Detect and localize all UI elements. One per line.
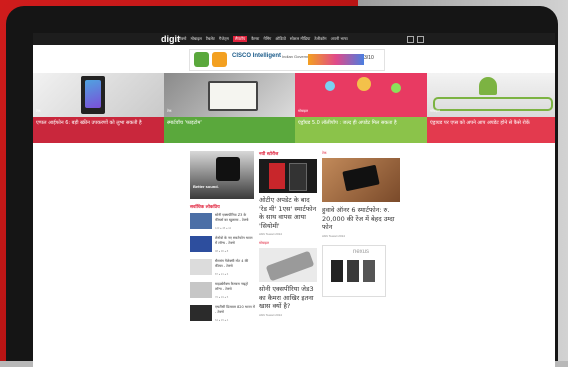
banner-category: टेक xyxy=(167,109,172,113)
search-icon[interactable] xyxy=(407,36,414,43)
nav-item[interactable]: टैबलेट xyxy=(206,36,215,42)
android-text-graphic xyxy=(433,97,553,111)
banner-image xyxy=(33,73,164,117)
nav-item[interactable]: कैमरा xyxy=(251,36,259,42)
banner-title[interactable]: स्मार्टवॉच 'फाइटोम' xyxy=(167,120,293,127)
thumbnail xyxy=(190,259,212,275)
device-image xyxy=(208,81,258,111)
list-item[interactable]: माइक्रोमैक्स कैनवस नाइट्रो लॉन्च - टेक्न… xyxy=(190,282,254,302)
banner-image xyxy=(427,73,555,117)
banner-title[interactable]: एंड्रॉयड 5.0 लॉलीपॉप : जल्द ही अपडेट मिल… xyxy=(298,120,425,127)
ad-title: CISCO Intelligent xyxy=(232,53,282,59)
phone-image xyxy=(342,164,380,192)
banner-image xyxy=(295,73,427,117)
nav-item[interactable]: टेलीकॉम xyxy=(314,36,326,42)
list-item[interactable]: एचटीसी डिजायर 820 भारत में - टेक्नो 64 ●… xyxy=(190,305,255,325)
story-meta: Abhi Tewari 2014 xyxy=(259,232,282,236)
nav-item-active[interactable]: लैपटॉप xyxy=(232,36,248,42)
ad-graphic xyxy=(308,54,364,65)
list-item[interactable]: लेनोवो के नए स्मार्टफोन भारत में लॉन्च -… xyxy=(190,236,254,256)
banner-title[interactable]: एंड्रायड पर एप्स को अपने आप अपडेट होने स… xyxy=(430,120,553,127)
phone-image xyxy=(265,250,315,282)
section-title-popular: सर्वाधिक लोकप्रिय xyxy=(190,205,220,210)
phone-image xyxy=(331,259,343,282)
thumbnail xyxy=(190,213,212,229)
nav-item[interactable]: टेक्नो xyxy=(179,36,186,42)
thumbnail xyxy=(190,305,212,321)
chat-app-icon xyxy=(194,52,209,67)
list-item-meta: 123 ● 45 ● 12 xyxy=(215,227,232,230)
list-item-title[interactable]: सोनी एक्सपीरिया Z3 के फीचर्स का खुलासा -… xyxy=(215,213,255,222)
phone-image xyxy=(363,259,375,282)
lollipop-graphic xyxy=(325,81,335,91)
nav-menu: टेक्नो मोबाइल टैबलेट गैजेट्स लैपटॉप कैमर… xyxy=(179,36,348,42)
chat-app-icon-2 xyxy=(212,52,227,67)
thumbnail xyxy=(190,282,212,298)
list-item-title[interactable]: एचटीसी डिजायर 820 भारत में - टेक्नो xyxy=(215,305,255,314)
banner-category: मोबाइल xyxy=(298,109,308,113)
banner-android[interactable]: मोबाइल एंड्रायड पर एप्स को अपने आप अपडेट… xyxy=(427,73,555,143)
site-logo[interactable]: digit xyxy=(161,34,180,44)
nav-item[interactable]: ऑडियो xyxy=(275,36,286,42)
banner-iphone[interactable]: टेक एप्पल आईफोन 6: बड़ी स्क्रीन उपकरणों … xyxy=(33,73,164,143)
nav-item[interactable]: गैजेट्स xyxy=(219,36,229,42)
speaker-image xyxy=(216,157,240,181)
story-image[interactable] xyxy=(259,248,317,282)
lollipop-graphic xyxy=(357,77,371,91)
list-item[interactable]: सैमसंग गैलेक्सी नोट 4 की कीमत - टेक्नो 8… xyxy=(190,259,254,279)
middle-column: नयी स्टोरीज ओटीए अपडेट के बाद 'रेड मी' 1… xyxy=(259,151,319,317)
nav-item[interactable]: अपनी भाषा xyxy=(331,36,348,42)
banner-title[interactable]: एप्पल आईफोन 6: बड़ी स्क्रीन उपकरणों को ल… xyxy=(36,120,162,127)
banner-lollipop[interactable]: मोबाइल एंड्रॉयड 5.0 लॉलीपॉप : जल्द ही अप… xyxy=(295,73,427,143)
banner-smartwatch[interactable]: टेक स्मार्टवॉच 'फाइटोम' xyxy=(164,73,295,143)
section-title-new-stories: नयी स्टोरीज xyxy=(259,152,279,157)
ad-banner[interactable]: CISCO Intelligent Indian Government 3/10 xyxy=(189,49,385,71)
story-image[interactable] xyxy=(322,158,400,202)
ad-text: Better sound. xyxy=(193,184,219,189)
thumbnail xyxy=(190,236,212,252)
story-image[interactable] xyxy=(259,159,317,193)
story-category: मोबाइल xyxy=(259,241,269,245)
lollipop-graphic xyxy=(391,83,401,93)
left-column: Better sound. सर्वाधिक लोकप्रिय सोनी एक्… xyxy=(190,151,255,325)
top-navigation-bar: digit टेक्नो मोबाइल टैबलेट गैजेट्स लैपटॉ… xyxy=(33,33,555,45)
android-logo-icon xyxy=(479,77,497,95)
toolbar-icons xyxy=(407,36,424,43)
nexus-ad[interactable]: nexus xyxy=(322,244,386,297)
nav-item[interactable]: गेमिंग xyxy=(263,36,271,42)
banner-category: मोबाइल xyxy=(430,109,440,113)
list-item-meta: 98 ● 30 ● 8 xyxy=(215,250,229,253)
story-title[interactable]: ओटीए अपडेट के बाद 'रेड मी' 1एस' स्मार्टफ… xyxy=(259,196,319,230)
banner-image xyxy=(164,73,295,117)
story-category: टेक xyxy=(322,151,327,155)
right-column: टेक हुवावे ऑनर 6 स्मार्टफोन: रु. 20,000 … xyxy=(322,151,404,297)
nav-item[interactable]: मोबाइल xyxy=(190,36,201,42)
monitor-frame: digit टेक्नो मोबाइल टैबलेट गैजेट्स लैपटॉ… xyxy=(6,6,558,367)
phone-image xyxy=(347,259,359,282)
list-item[interactable]: सोनी एक्सपीरिया Z3 के फीचर्स का खुलासा -… xyxy=(190,213,254,233)
story-meta: Abhi Tewari 2014 xyxy=(322,233,345,238)
user-icon[interactable] xyxy=(417,36,424,43)
list-item-title[interactable]: सैमसंग गैलेक्सी नोट 4 की कीमत - टेक्नो xyxy=(215,259,255,268)
story-title[interactable]: हुवावे ऑनर 6 स्मार्टफोन: रु. 20,000 की र… xyxy=(322,206,404,232)
phone-image xyxy=(269,163,285,189)
website-screen: digit टेक्नो मोबाइल टैबलेट गैजेट्स लैपटॉ… xyxy=(33,33,555,367)
list-item-title[interactable]: माइक्रोमैक्स कैनवस नाइट्रो लॉन्च - टेक्न… xyxy=(215,282,255,291)
nav-item[interactable]: सोशल मीडिया xyxy=(290,36,310,42)
list-item-meta: 64 ● 15 ● 4 xyxy=(215,319,229,322)
sponsored-ad[interactable]: Better sound. xyxy=(190,151,254,199)
list-item-title[interactable]: लेनोवो के नए स्मार्टफोन भारत में लॉन्च -… xyxy=(215,236,255,245)
list-item-meta: 87 ● 21 ● 6 xyxy=(215,273,229,276)
ad-action[interactable]: 3/10 xyxy=(364,55,374,61)
ad-text: nexus xyxy=(353,248,370,255)
phone-image xyxy=(289,163,307,191)
story-meta: Abhi Tewari 2014 xyxy=(259,312,282,317)
phone-screen xyxy=(85,80,101,108)
banner-category: टेक xyxy=(36,109,41,113)
featured-banners: टेक एप्पल आईफोन 6: बड़ी स्क्रीन उपकरणों … xyxy=(33,73,555,143)
list-item-meta: 76 ● 19 ● 5 xyxy=(215,296,229,299)
story-title[interactable]: सोनी एक्सपीरिया जेड3 का कैमरा आखिर इतना … xyxy=(259,285,319,311)
